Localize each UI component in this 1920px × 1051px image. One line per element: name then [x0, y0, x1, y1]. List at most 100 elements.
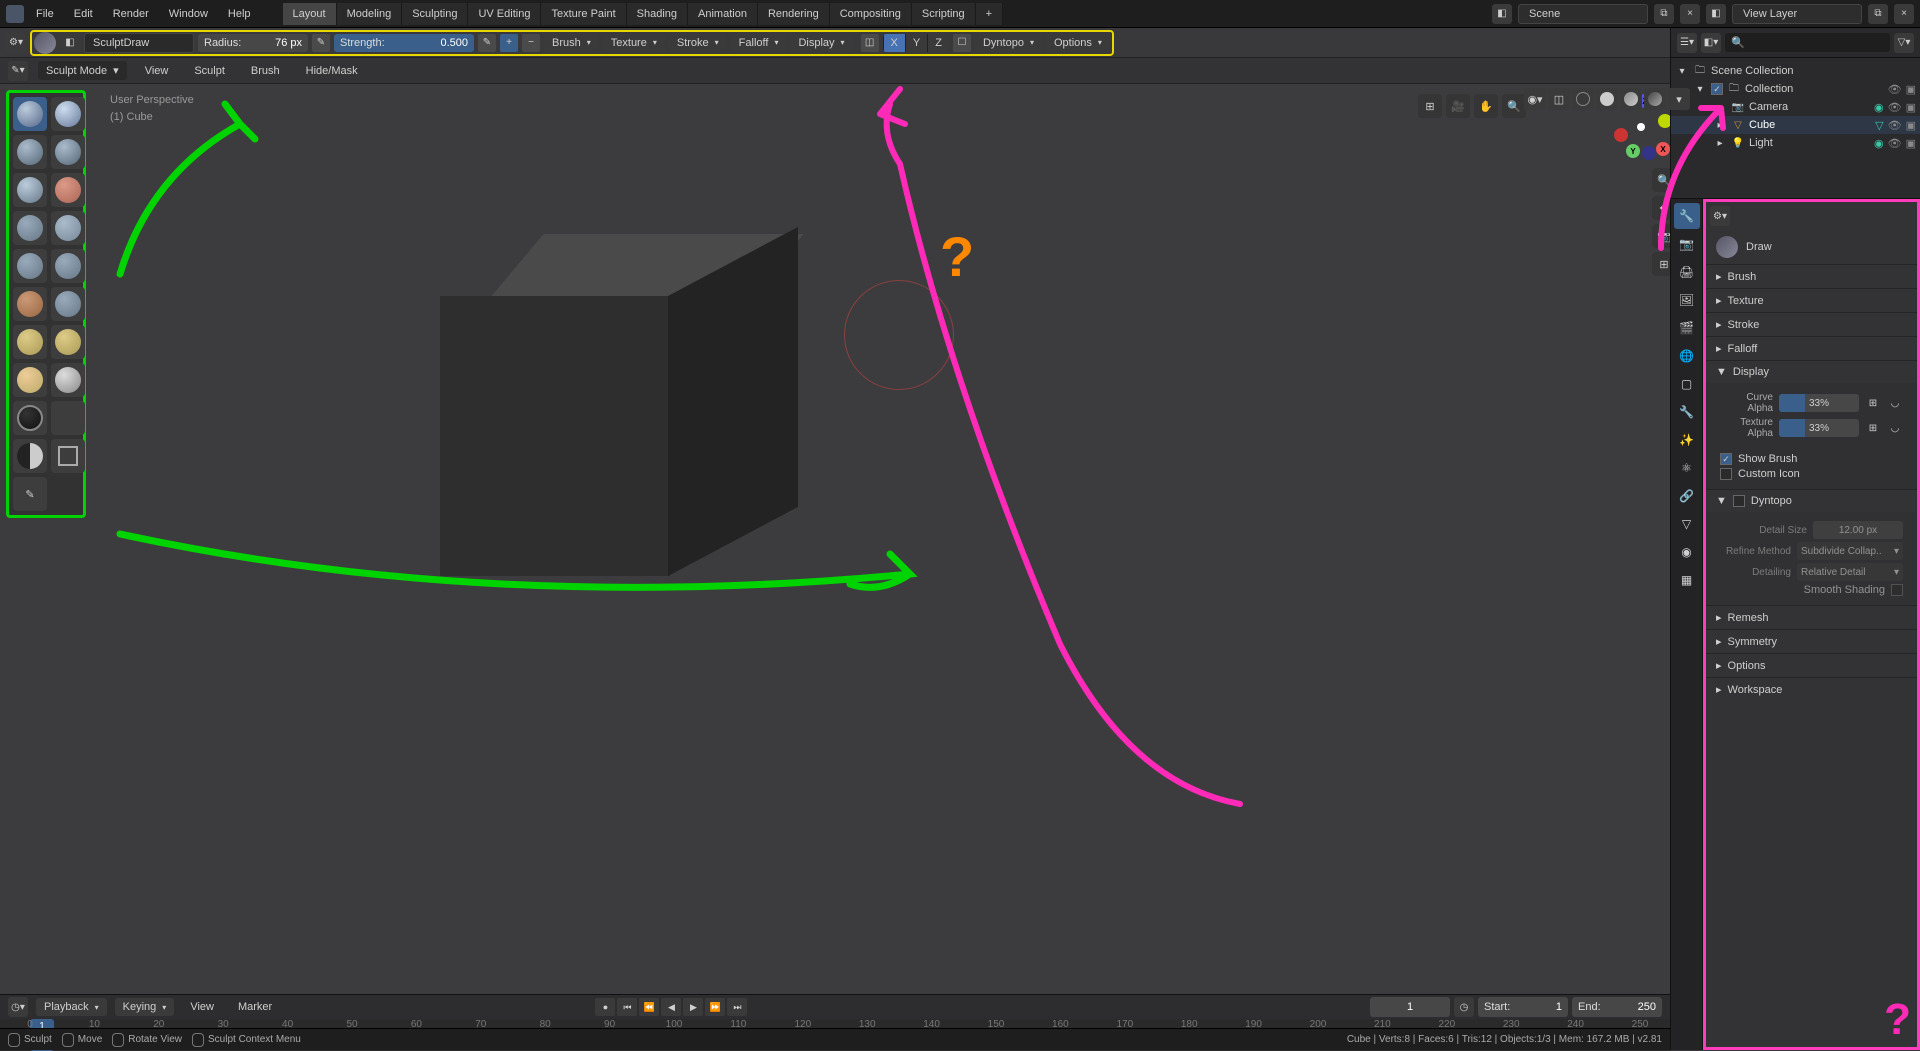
psec-display[interactable]: ▼Display	[1706, 360, 1917, 383]
ptab-output[interactable]: 🖨	[1674, 259, 1700, 285]
shading-wireframe[interactable]	[1572, 88, 1594, 110]
props-options-icon[interactable]: ⚙▾	[1710, 206, 1730, 226]
outliner-search[interactable]: 🔍	[1725, 33, 1890, 52]
shading-lookdev[interactable]	[1620, 88, 1642, 110]
tool-clay-strips[interactable]	[13, 135, 47, 169]
radius-pressure-icon[interactable]: ✎	[312, 34, 330, 52]
ptab-render[interactable]: 📷	[1674, 231, 1700, 257]
current-frame[interactable]: 1	[1370, 997, 1450, 1017]
ol-camera[interactable]: ▸📷Camera◉👁▣	[1671, 98, 1920, 116]
psec-brush[interactable]: ▸Brush	[1706, 264, 1917, 288]
grab-icon[interactable]: ✋	[1474, 94, 1498, 118]
tool-scrape[interactable]	[13, 287, 47, 321]
hdr-sculpt[interactable]: Sculpt	[186, 61, 233, 81]
psec-falloff[interactable]: ▸Falloff	[1706, 336, 1917, 360]
viewlayer-del-icon[interactable]: ×	[1894, 4, 1914, 24]
restrict2-icon[interactable]: ▣	[1906, 83, 1916, 96]
tool-grab[interactable]	[13, 325, 47, 359]
tool-fill[interactable]	[51, 249, 85, 283]
tool-clay[interactable]	[51, 97, 85, 131]
strength-pressure-icon[interactable]: ✎	[478, 34, 496, 52]
axis-x[interactable]: X	[883, 34, 905, 52]
scene-browse-icon[interactable]: ◧	[1492, 4, 1512, 24]
hdr-view[interactable]: View	[137, 61, 177, 81]
camera-icon[interactable]: 🎥	[1446, 94, 1470, 118]
smooth-shading-check[interactable]	[1891, 584, 1903, 596]
autokey-icon[interactable]: ●	[595, 998, 615, 1016]
mesh-cube[interactable]	[440, 234, 800, 594]
ptab-scene[interactable]: 🎬	[1674, 315, 1700, 341]
curve-alpha-lock[interactable]: ⊞	[1865, 395, 1881, 411]
menu-render[interactable]: Render	[105, 4, 157, 24]
tool-mask[interactable]	[13, 439, 47, 473]
ptab-constraint[interactable]: 🔗	[1674, 483, 1700, 509]
ws-sculpting[interactable]: Sculpting	[402, 3, 468, 25]
tool-pinch[interactable]	[51, 287, 85, 321]
refine-select[interactable]: Subdivide Collap..▾	[1797, 542, 1903, 560]
ptab-viewlayer[interactable]: 🖼	[1674, 287, 1700, 313]
psec-workspace[interactable]: ▸Workspace	[1706, 677, 1917, 701]
radius-field[interactable]: Radius: 76 px	[198, 34, 308, 52]
tool-thumb[interactable]	[13, 363, 47, 397]
scene-del-icon[interactable]: ×	[1680, 4, 1700, 24]
axis-z[interactable]: Z	[927, 34, 949, 52]
direction-sub-icon[interactable]: −	[522, 34, 540, 52]
stroke-dropdown[interactable]: Stroke	[669, 34, 727, 52]
direction-add-icon[interactable]: +	[500, 34, 518, 52]
menu-edit[interactable]: Edit	[66, 4, 101, 24]
ptab-texture[interactable]: ▦	[1674, 567, 1700, 593]
tool-rotate[interactable]	[13, 401, 47, 435]
tool-nudge[interactable]	[51, 363, 85, 397]
tl-view[interactable]: View	[182, 997, 222, 1017]
ptab-material[interactable]: ◉	[1674, 539, 1700, 565]
tool-smooth[interactable]	[51, 211, 85, 245]
ws-anim[interactable]: Animation	[688, 3, 758, 25]
menu-help[interactable]: Help	[220, 4, 259, 24]
tool-annotate[interactable]: ✎	[13, 477, 47, 511]
jump-start[interactable]: ⏮	[617, 998, 637, 1016]
scene-new-icon[interactable]: ⧉	[1654, 4, 1674, 24]
outliner-filter-icon[interactable]: ▽▾	[1894, 33, 1914, 53]
dyntopo-dropdown[interactable]: Dyntopo	[975, 34, 1042, 52]
tl-keying[interactable]: Keying	[115, 998, 175, 1016]
prev-key[interactable]: ⏪	[639, 998, 659, 1016]
brush-name-field[interactable]: SculptDraw	[84, 33, 194, 53]
outliner-type-icon[interactable]: ☰▾	[1677, 33, 1697, 53]
symmetry-icon[interactable]: ◫	[861, 34, 879, 52]
options-dropdown[interactable]: Options	[1046, 34, 1110, 52]
dyntopo-check[interactable]	[1733, 495, 1745, 507]
show-brush-check[interactable]: ✓	[1720, 453, 1732, 465]
tool-inflate[interactable]	[13, 173, 47, 207]
overlay-toggle[interactable]: ◉▾	[1524, 88, 1546, 110]
psec-texture[interactable]: ▸Texture	[1706, 288, 1917, 312]
tl-playback[interactable]: Playback	[36, 998, 107, 1016]
psec-symmetry[interactable]: ▸Symmetry	[1706, 629, 1917, 653]
brush-dropdown[interactable]: Brush	[544, 34, 599, 52]
play-rev[interactable]: ◀	[661, 998, 681, 1016]
curve-alpha-slider[interactable]: 33%	[1779, 394, 1859, 412]
hdr-hidemask[interactable]: Hide/Mask	[298, 61, 366, 81]
shading-solid[interactable]	[1596, 88, 1618, 110]
ws-comp[interactable]: Compositing	[830, 3, 912, 25]
tool-snake-hook[interactable]	[51, 325, 85, 359]
mode-selector[interactable]: Sculpt Mode▾	[38, 61, 127, 80]
tex-alpha-lock[interactable]: ⊞	[1865, 420, 1881, 436]
restrict-icon[interactable]: 👁	[1888, 83, 1902, 96]
tool-flatten[interactable]	[13, 249, 47, 283]
zoom-icon[interactable]: 🔍	[1502, 94, 1526, 118]
tool-simplify[interactable]	[51, 401, 85, 435]
texture-dropdown[interactable]: Texture	[603, 34, 665, 52]
play-fwd[interactable]: ▶	[683, 998, 703, 1016]
viewlayer-new-icon[interactable]: ⧉	[1868, 4, 1888, 24]
ws-script[interactable]: Scripting	[912, 3, 976, 25]
ws-modeling[interactable]: Modeling	[337, 3, 403, 25]
ol-scene-collection[interactable]: ▾🗀Scene Collection	[1671, 62, 1920, 80]
xray-toggle[interactable]: ◫	[1548, 88, 1570, 110]
shading-rendered[interactable]	[1644, 88, 1666, 110]
editor-type-icon[interactable]: ✎▾	[8, 61, 28, 81]
ws-layout[interactable]: Layout	[283, 3, 337, 25]
shading-options[interactable]: ▾	[1668, 88, 1690, 110]
clock-icon[interactable]: ◷	[1454, 997, 1474, 1017]
strength-field[interactable]: Strength: 0.500	[334, 34, 474, 52]
ws-shading[interactable]: Shading	[627, 3, 688, 25]
